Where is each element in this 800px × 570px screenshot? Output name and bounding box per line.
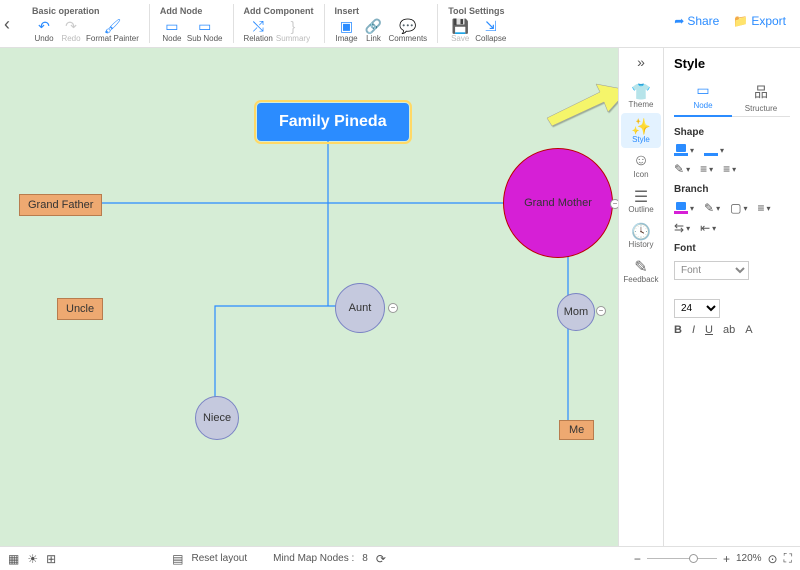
redo-icon: ↷ [65,18,77,34]
font-size-select[interactable]: 24 [674,299,720,318]
branch-pen[interactable]: ✎▾ [704,201,720,215]
section-branch: Branch [674,184,790,195]
toolbar-link[interactable]: 🔗Link [362,18,386,43]
node-aunt[interactable]: Aunt [335,283,385,333]
fullscreen-icon[interactable]: ⛶ [784,551,792,566]
toolbar-image[interactable]: ▣Image [335,18,359,43]
node-mom[interactable]: Mom [557,293,595,331]
top-toolbar: ‹ Basic operation↶Undo↷Redo🖌Format Paint… [0,0,800,48]
zoom-in-button[interactable]: + [723,552,730,566]
rail-history[interactable]: 🕓History [621,218,661,253]
save-icon: 💾 [451,18,468,34]
refresh-icon[interactable]: ⟳ [376,552,386,566]
fit-icon[interactable]: ⊙ [768,552,778,566]
style-icon: ✨ [631,117,651,135]
section-font: Font [674,243,790,254]
panel-title: Style [674,56,790,71]
node-me[interactable]: Me [559,420,594,440]
toolbar-subnode[interactable]: ▭Sub Node [187,18,223,43]
annotation-arrow [542,78,618,128]
history-icon: 🕓 [631,222,651,240]
branch-style1[interactable]: ⇆▾ [674,221,690,235]
rail-icon[interactable]: ☺Icon [621,148,661,183]
underline-button[interactable]: U [705,324,713,336]
grid-icon[interactable]: ⊞ [46,552,56,566]
style-panel: Style ▭Node品Structure Shape ▾ ▾ ✎▾ ≡▾ ≡▾… [663,48,800,546]
structure-icon: 品 [754,82,768,102]
toolbar-fmt[interactable]: 🖌Format Painter [86,18,139,43]
branch-width[interactable]: ≡▾ [757,201,770,215]
toolbar-comments[interactable]: 💬Comments [389,18,428,43]
rail-outline[interactable]: ☰Outline [621,183,661,218]
collapse-toggle[interactable]: − [610,199,618,209]
node-count-value: 8 [362,553,368,564]
shape-line-color[interactable]: ▾ [704,144,724,156]
status-bar: ▦ ☀ ⊞ ▤ Reset layout Mind Map Nodes : 8 … [0,546,800,570]
relation-icon: ⤭ [253,18,264,34]
toolbar-node[interactable]: ▭Node [160,18,184,43]
panel-tab-node[interactable]: ▭Node [674,79,732,117]
zoom-out-button[interactable]: − [634,552,641,566]
shape-fill-color[interactable]: ▾ [674,144,694,156]
rail-theme[interactable]: 👕Theme [621,78,661,113]
toolbar-undo[interactable]: ↶Undo [32,18,56,43]
toolbar-summary: }Summary [276,18,310,43]
bold-button[interactable]: B [674,324,682,336]
icon-icon: ☺ [633,152,649,170]
back-button[interactable]: ‹ [2,4,22,45]
node-icon: ▭ [696,82,709,99]
feedback-icon: ✎ [634,257,647,275]
italic-button[interactable]: I [692,324,695,336]
node-icon: ▭ [165,18,178,34]
export-icon: 📁 [733,14,748,28]
node-count-label: Mind Map Nodes : [273,553,354,564]
side-rail: » 👕Theme✨Style☺Icon☰Outline🕓History✎Feed… [618,48,663,546]
strike-button[interactable]: ab [723,324,735,336]
branch-color[interactable]: ▾ [674,202,694,214]
section-shape: Shape [674,127,790,138]
node-uncle[interactable]: Uncle [57,298,103,320]
brightness-icon[interactable]: ☀ [27,552,38,566]
fmt-icon: 🖌 [104,18,122,34]
collapse-toggle[interactable]: − [596,306,606,316]
export-button[interactable]: 📁Export [733,14,786,28]
share-icon: ➦ [674,14,684,28]
shape-line-solid[interactable]: ≡▾ [700,162,713,176]
subnode-icon: ▭ [198,18,211,34]
mindmap-canvas[interactable]: Family Pineda Grand Father Grand Mother … [0,48,618,546]
font-family-select[interactable]: Font [674,261,749,280]
toolbar-redo: ↷Redo [59,18,83,43]
node-niece[interactable]: Niece [195,396,239,440]
shape-border-style[interactable]: ✎▾ [674,162,690,176]
summary-icon: } [291,18,296,34]
rail-feedback[interactable]: ✎Feedback [621,253,661,288]
outline-icon: ☰ [634,187,648,205]
link-icon: 🔗 [365,18,382,34]
font-color-button[interactable]: A [745,324,752,336]
theme-icon: 👕 [631,82,651,100]
rail-style[interactable]: ✨Style [621,113,661,148]
node-grandmother[interactable]: Grand Mother [503,148,613,258]
node-grandfather[interactable]: Grand Father [19,194,102,216]
branch-shape[interactable]: ▢▾ [730,201,747,215]
undo-icon: ↶ [38,18,50,34]
zoom-slider[interactable] [647,558,717,559]
collapse-toggle[interactable]: − [388,303,398,313]
toolbar-save: 💾Save [448,18,472,43]
toolbar-collapse[interactable]: ⇲Collapse [475,18,506,43]
panel-tab-structure[interactable]: 品Structure [732,79,790,116]
toolbar-relation[interactable]: ⤭Relation [244,18,273,43]
branch-style2[interactable]: ⇤▾ [700,221,716,235]
reset-layout-icon[interactable]: ▤ [172,552,183,566]
collapse-panel-button[interactable]: » [637,54,645,70]
collapse-icon: ⇲ [485,18,497,34]
zoom-value: 120% [736,553,762,564]
shape-line-dash[interactable]: ≡▾ [723,162,736,176]
share-button[interactable]: ➦Share [674,14,719,28]
mode-icon[interactable]: ▦ [8,552,19,566]
node-root[interactable]: Family Pineda [257,103,409,141]
comments-icon: 💬 [399,18,416,34]
reset-layout-label[interactable]: Reset layout [192,553,248,564]
image-icon: ▣ [340,18,353,34]
